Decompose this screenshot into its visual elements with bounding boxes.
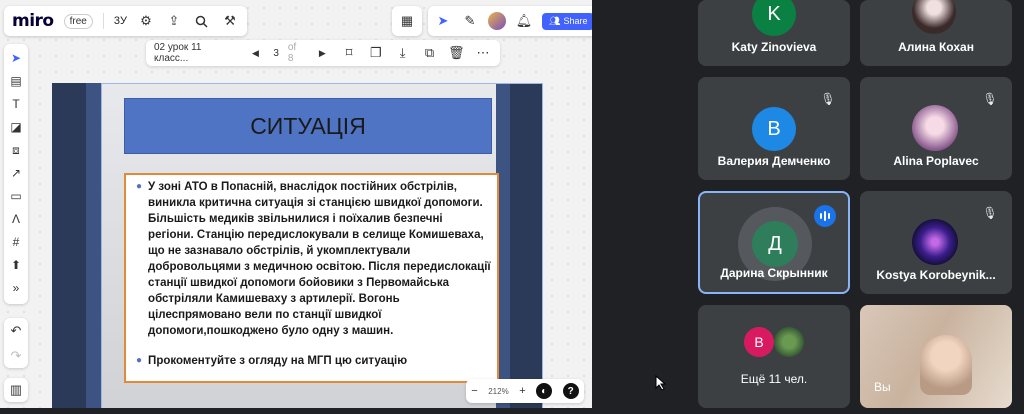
download-icon[interactable]: ⤓ xyxy=(394,44,412,62)
mic-off-icon: 🎙︎ xyxy=(982,92,998,106)
comment-icon[interactable]: ▭ xyxy=(8,188,24,204)
frame-navigator: 02 урок 11 класс... ◀ 3 of 8 ▶ ⌑ ❐ ⤓ ⧉ 🗑… xyxy=(146,40,500,66)
pen-tool-icon[interactable]: Λ xyxy=(8,211,24,227)
speaking-indicator-icon xyxy=(814,205,836,227)
duplicate-icon[interactable]: ⧉ xyxy=(421,44,439,62)
zoom-level[interactable]: 212% xyxy=(488,387,508,396)
help-button[interactable]: ? xyxy=(562,383,579,399)
undo-icon[interactable]: ↶ xyxy=(7,322,25,340)
trash-icon[interactable]: 🗑︎ xyxy=(447,44,465,62)
bullet-icon: ● xyxy=(136,181,143,192)
avatar: B xyxy=(752,107,796,151)
bookmark-icon[interactable]: ⌑ xyxy=(340,44,358,62)
self-label: Вы xyxy=(874,380,891,394)
avatar xyxy=(912,219,958,265)
participant-tile-active-speaker[interactable]: Д Дарина Скрынник xyxy=(698,191,850,294)
undo-redo-toolbar: ↶ ↷ xyxy=(4,318,28,368)
more-participants-label: Ещё 11 чел. xyxy=(740,372,808,386)
self-view-tile[interactable]: Вы xyxy=(860,305,1012,408)
divider xyxy=(102,13,104,29)
participant-name: Алина Кохан xyxy=(898,40,974,54)
slide-stripe-left xyxy=(52,83,86,408)
board-name[interactable]: 3У xyxy=(114,15,127,27)
miro-board[interactable]: miro free 3У ⚙ ⇪ ⚒ ▦ ➤ ✎ 🔔︎ 👥︎ Share 02 у… xyxy=(0,0,592,408)
share-button[interactable]: 👥︎ Share xyxy=(542,12,592,30)
redo-icon[interactable]: ↷ xyxy=(7,347,25,365)
apps-icon[interactable]: ⚒ xyxy=(221,12,239,30)
avatar xyxy=(912,0,956,34)
upload-icon[interactable]: ⇪ xyxy=(165,12,183,30)
zoom-out-button[interactable]: − xyxy=(471,385,477,397)
grid-apps-icon[interactable]: ▦ xyxy=(398,12,416,30)
shapes-icon[interactable]: ⧈ xyxy=(8,142,24,158)
bell-icon[interactable]: 🔔︎ xyxy=(515,12,533,30)
cursor-icon[interactable]: ➤ xyxy=(434,12,452,30)
avatar: Д xyxy=(752,221,798,267)
avatar xyxy=(912,105,958,151)
slide-prompt: Прокоментуйте з огляду на МГП цю ситуаці… xyxy=(148,355,408,367)
mic-off-icon: 🎙︎ xyxy=(820,92,836,106)
slide-body: ● У зоні АТО в Попасній, внаслідок пості… xyxy=(124,173,499,383)
settings-icon[interactable]: ⚙ xyxy=(137,12,155,30)
slide-title: СИТУАЦІЯ xyxy=(124,98,492,154)
more-icon[interactable]: ⋯ xyxy=(474,44,492,62)
frame-icon[interactable]: # xyxy=(8,234,24,250)
map-icon[interactable]: ◐ xyxy=(536,383,553,399)
sidebar-icon: ▥ xyxy=(9,382,23,397)
collab-toolbar: ➤ ✎ 🔔︎ 👥︎ Share xyxy=(428,6,592,36)
miro-logo[interactable]: miro xyxy=(12,11,54,31)
next-frame-icon[interactable]: ▶ xyxy=(313,44,331,62)
slide-stripe-left-inner xyxy=(86,83,102,408)
users-icon: 👥︎ xyxy=(549,15,561,26)
slide-bullet: ● Прокоментуйте з огляду на МГП цю ситуа… xyxy=(136,353,491,369)
mouse-cursor-icon xyxy=(655,375,667,391)
zoom-in-button[interactable]: + xyxy=(519,385,525,397)
share-label: Share xyxy=(563,16,588,26)
participant-name: Alina Poplavec xyxy=(893,154,979,168)
slide-bullet: ● У зоні АТО в Попасній, внаслідок пості… xyxy=(136,179,491,339)
miro-top-toolbar: miro free 3У ⚙ ⇪ ⚒ xyxy=(4,6,247,36)
participant-tile[interactable]: 🎙︎ Alina Poplavec xyxy=(860,77,1012,180)
apps-toolbar: ▦ xyxy=(392,6,422,36)
user-avatar[interactable] xyxy=(488,12,506,30)
frame-name[interactable]: 02 урок 11 класс... xyxy=(154,42,238,64)
sticky-note-icon[interactable]: ◪ xyxy=(8,119,24,135)
screen: miro free 3У ⚙ ⇪ ⚒ ▦ ➤ ✎ 🔔︎ 👥︎ Share 02 у… xyxy=(0,0,1024,414)
participant-tile[interactable]: 🎙︎ Kostya Korobeynik... xyxy=(860,191,1012,294)
avatar: B xyxy=(744,327,774,357)
connector-icon[interactable]: ↗ xyxy=(8,165,24,181)
templates-icon[interactable]: ▤ xyxy=(8,73,24,89)
plan-badge[interactable]: free xyxy=(63,13,93,29)
avatar xyxy=(774,327,804,357)
text-icon[interactable]: T xyxy=(8,96,24,112)
prev-frame-icon[interactable]: ◀ xyxy=(247,44,265,62)
panel-toggle-button[interactable]: ▥ xyxy=(4,378,28,402)
frame-total: of 8 xyxy=(287,42,297,64)
search-icon[interactable] xyxy=(193,12,211,30)
slide-paragraph: У зоні АТО в Попасній, внаслідок постійн… xyxy=(148,181,491,337)
left-toolbar: ➤ ▤ T ◪ ⧈ ↗ ▭ Λ # ⬆ » xyxy=(4,44,28,304)
frame-current: 3 xyxy=(273,47,279,59)
bullet-icon: ● xyxy=(136,355,143,366)
participant-name: Kostya Korobeynik... xyxy=(876,268,996,282)
participant-tile[interactable]: B 🎙︎ Валерия Демченко xyxy=(698,77,850,180)
upload-tool-icon[interactable]: ⬆ xyxy=(8,257,24,273)
mic-off-icon: 🎙︎ xyxy=(982,206,998,220)
participant-name: Дарина Скрынник xyxy=(720,266,828,280)
select-icon[interactable]: ➤ xyxy=(8,50,24,66)
pen-icon[interactable]: ✎ xyxy=(461,12,479,30)
more-tools-icon[interactable]: » xyxy=(8,280,24,296)
participant-tile[interactable]: Алина Кохан xyxy=(860,0,1012,66)
zoom-controls: − 212% + ◐ ? xyxy=(466,379,584,403)
participant-name: Валерия Демченко xyxy=(717,154,831,168)
copy-icon[interactable]: ❐ xyxy=(367,44,385,62)
more-participants-tile[interactable]: B Ещё 11 чел. xyxy=(698,305,850,408)
participant-name: Katy Zinovieva xyxy=(731,40,817,54)
